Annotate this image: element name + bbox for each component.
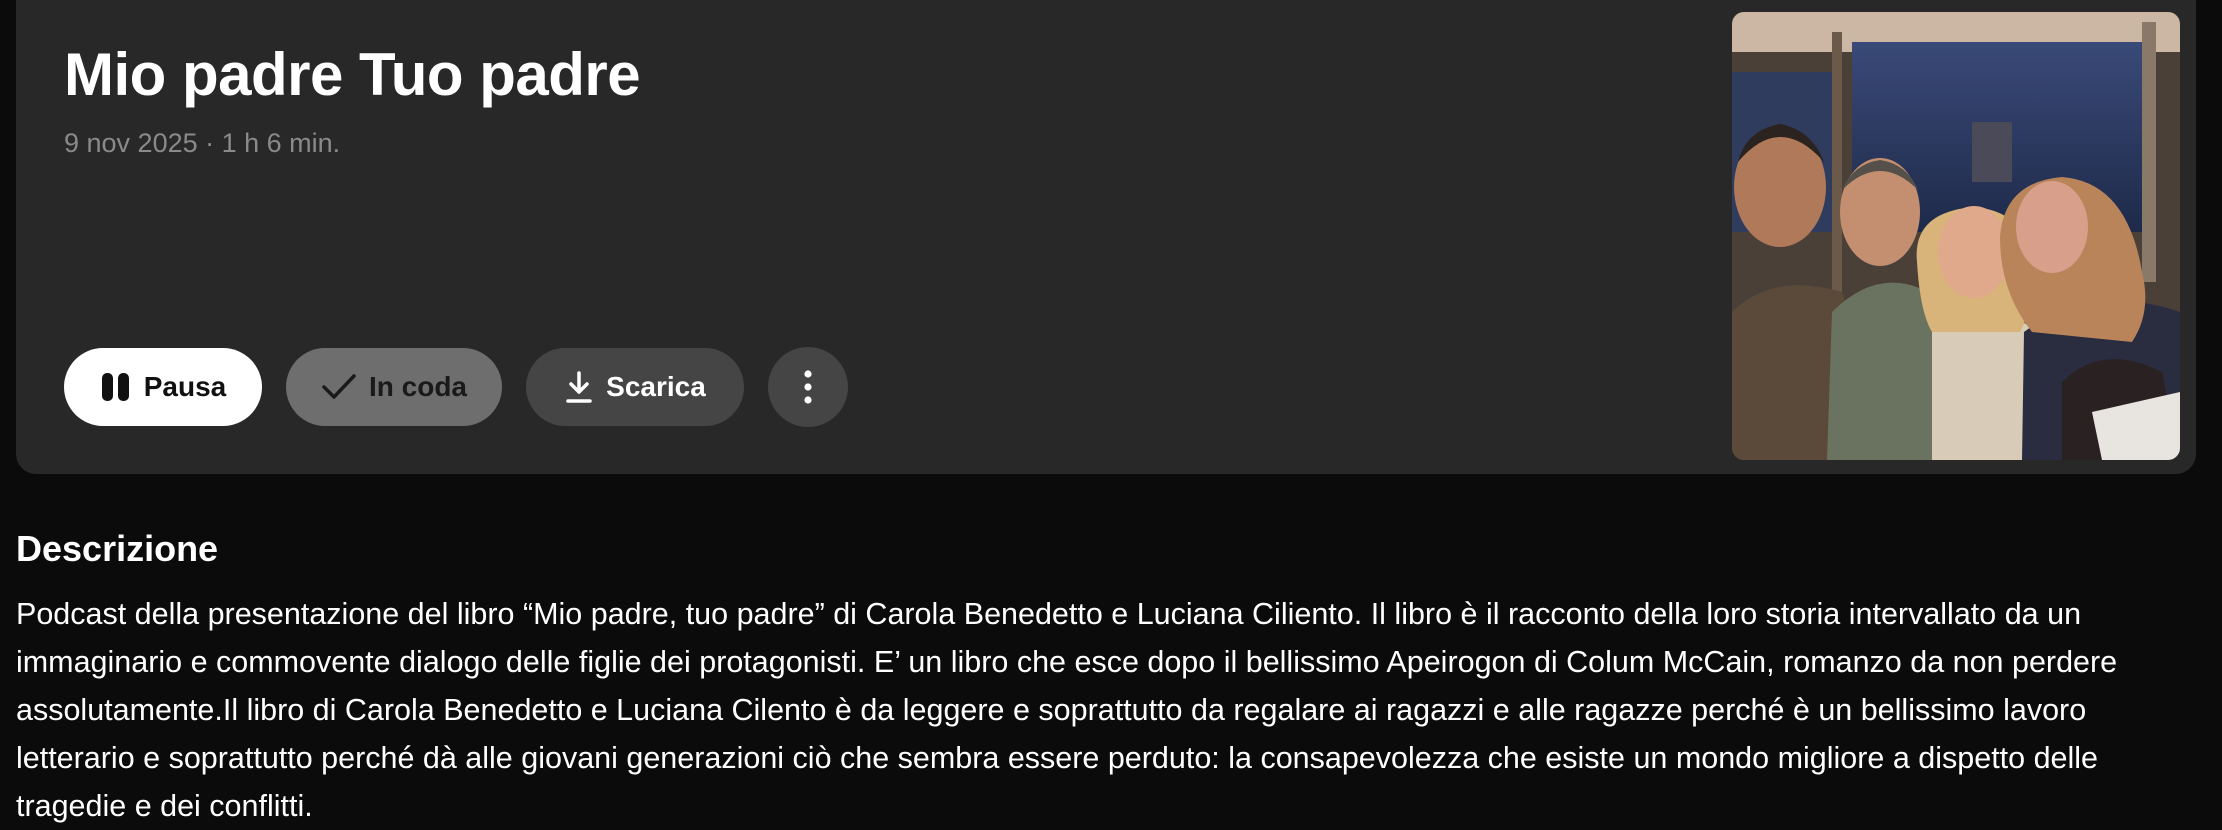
queue-button[interactable]: In coda <box>286 348 502 426</box>
episode-actions: Pausa In coda Scarica <box>64 347 848 427</box>
description-heading: Descrizione <box>16 528 219 569</box>
description-text: Podcast della presentazione del libro “M… <box>16 597 2118 823</box>
pause-label: Pausa <box>143 371 227 402</box>
download-icon <box>564 370 594 404</box>
pause-button[interactable]: Pausa <box>64 348 262 426</box>
download-label: Scarica <box>606 371 706 402</box>
queue-label: In coda <box>368 371 467 402</box>
episode-title: Mio padre Tuo padre <box>64 41 641 108</box>
check-icon <box>321 372 357 402</box>
download-button[interactable]: Scarica <box>526 348 744 426</box>
episode-cover-image <box>1732 12 2180 460</box>
episode-meta: 9 nov 2025 · 1 h 6 min. <box>64 128 341 158</box>
more-options-button[interactable] <box>768 347 848 427</box>
episode-header-card: Mio padre Tuo padre 9 nov 2025 · 1 h 6 m… <box>16 0 2196 474</box>
pause-icon <box>100 372 132 402</box>
more-vertical-icon <box>803 370 813 404</box>
